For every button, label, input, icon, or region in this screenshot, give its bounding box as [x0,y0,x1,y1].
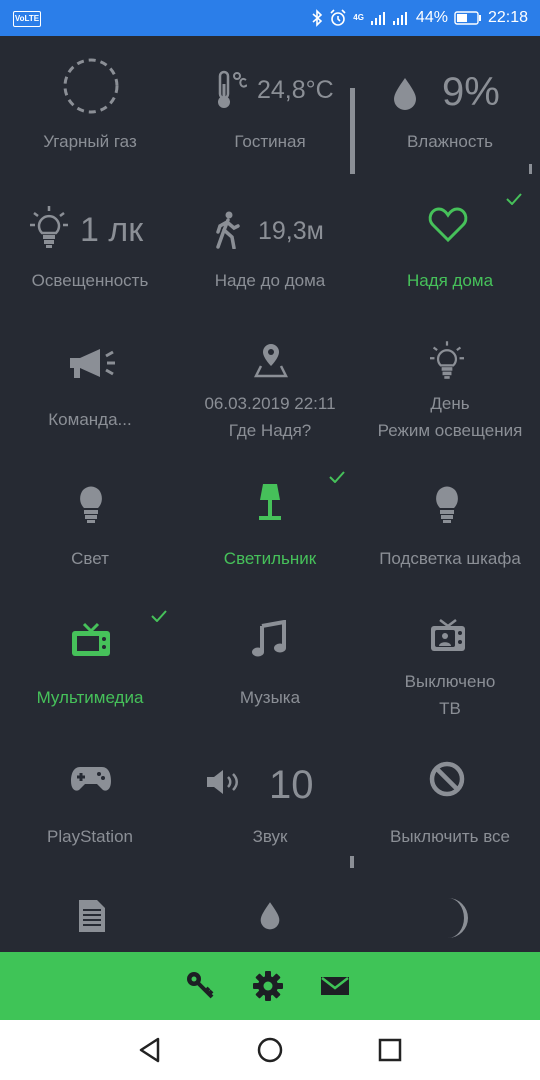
tile-distance-home[interactable]: 19,3м Наде до дома [180,175,360,314]
volume-value: 10 [269,763,314,807]
tile-label-line2: Где Надя? [228,421,312,440]
speaker-icon [207,770,238,794]
key-icon[interactable] [184,970,216,1002]
tile-light[interactable]: Свет [0,453,180,592]
tile-playstation[interactable]: PlayStation [0,731,180,870]
tile-label: Наде до дома [214,271,326,290]
battery-icon [454,11,481,25]
tile-night-mode[interactable] [360,870,540,952]
tile-tv-off[interactable]: Выключено ТВ [360,592,540,731]
lightbulb-icon [436,486,458,523]
tile-closet-backlight[interactable]: Подсветка шкафа [360,453,540,592]
tv-icon [72,622,110,656]
illuminance-value: 1 лк [80,211,144,249]
drop-icon [260,902,280,930]
gear-icon[interactable] [252,970,284,1002]
mail-icon[interactable] [319,970,351,1002]
tile-label: Подсветка шкафа [379,549,521,568]
check-icon [151,610,167,622]
scrollbar-thumb[interactable] [529,164,532,174]
temperature-value: 24,8°C [257,76,334,104]
tile-turn-off-all[interactable]: Выключить все [360,731,540,870]
check-icon [329,471,345,483]
tile-label: Свет [71,549,109,568]
tile-nadya-home[interactable]: Надя дома [360,175,540,314]
tile-label: PlayStation [47,827,133,846]
tile-label-line1: Выключено [404,672,496,691]
back-icon[interactable] [136,1036,164,1064]
tile-illuminance[interactable]: 1 лк Освещенность [0,175,180,314]
signal-icon [392,12,407,25]
thermometer-icon [218,70,247,108]
tile-lamp[interactable]: Светильник [180,453,360,592]
heart-icon [428,207,468,243]
tile-grid[interactable]: Угарный газ 24,8°C Гостиная 9% Влажность… [0,36,540,952]
tile-label: Музыка [239,688,301,707]
clock: 22:18 [487,9,528,26]
recents-icon[interactable] [376,1036,404,1064]
distance-value: 19,3м [258,217,324,245]
lightbulb-rays-icon [30,206,68,248]
tile-label: Команда... [48,410,132,429]
tile-label: Светильник [223,549,317,568]
tile-humidity-2[interactable] [180,870,360,952]
lightbulb-rays-icon [430,341,464,379]
check-icon [506,193,522,205]
tile-where-nadya[interactable]: 06.03.2019 22:11 Где Надя? [180,314,360,453]
document-icon [79,900,105,932]
moon-icon [448,898,468,938]
tile-label: Надя дома [406,271,494,290]
walking-person-icon [216,211,240,249]
network-type: 4G [353,13,364,22]
tile-label-line1: 06.03.2019 22:11 [204,394,336,413]
tile-music[interactable]: Музыка [180,592,360,731]
tile-living-room-temp[interactable]: 24,8°C Гостиная [180,36,360,175]
bluetooth-icon [312,9,323,27]
lamp-icon [259,484,281,520]
block-icon [429,761,465,797]
tile-label: Освещенность [31,271,149,290]
humidity-value: 9% [442,70,500,114]
signal-icon [370,12,385,25]
tile-multimedia[interactable]: Мультимедиа [0,592,180,731]
battery-percent: 44% [415,9,448,26]
music-note-icon [252,620,286,657]
scrollbar-thumb[interactable] [350,88,355,174]
tile-label: Угарный газ [43,132,137,151]
tile-label: Влажность [406,132,494,151]
tv-channel-icon [431,619,465,651]
tile-label: Мультимедиа [36,688,144,707]
bottom-action-bar [0,952,540,1020]
alarm-icon [330,9,346,26]
tile-label-line1: День [430,394,470,413]
drop-icon [394,78,416,110]
home-icon[interactable] [256,1036,284,1064]
tile-document[interactable] [0,870,180,952]
tile-label: Гостиная [234,132,306,151]
tile-humidity[interactable]: 9% Влажность [360,36,540,175]
gamepad-icon [71,767,111,791]
system-navigation-bar [0,1020,540,1080]
tile-sound[interactable]: 10 Звук [180,731,360,870]
volte-badge: VoLTE [13,11,41,27]
tile-label: Выключить все [390,827,510,846]
status-bar: VoLTE 4G 44% 22:18 [0,0,540,36]
tile-label-line2: Режим освещения [377,421,523,440]
gas-sensor-ring-icon [63,58,119,114]
tile-gas-sensor[interactable]: Угарный газ [0,36,180,175]
tile-label-line2: ТВ [439,699,461,718]
lightbulb-icon [80,486,102,523]
map-pin-icon [254,344,288,378]
megaphone-icon [70,349,115,378]
scrollbar-thumb[interactable] [350,856,354,868]
tile-lighting-mode[interactable]: День Режим освещения [360,314,540,453]
tile-command[interactable]: Команда... [0,314,180,453]
tile-label: Звук [252,827,288,846]
